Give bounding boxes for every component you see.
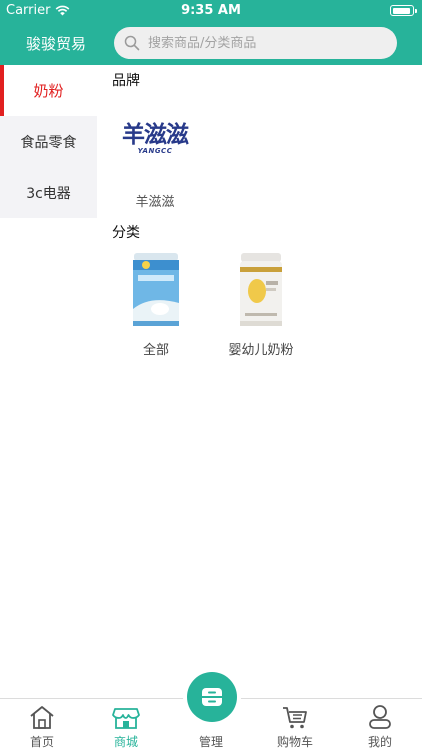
sidebar-item-electronics[interactable]: 3c电器 xyxy=(0,167,97,218)
brand-section-title: 品牌 xyxy=(112,73,140,89)
home-icon xyxy=(30,706,54,729)
sidebar-item-label: 3c电器 xyxy=(26,185,71,202)
status-time: 9:35 AM xyxy=(181,3,241,18)
product-can-image xyxy=(112,251,200,331)
top-header: 骏骏贸易 xyxy=(0,21,422,65)
user-icon xyxy=(369,705,391,729)
tab-cart[interactable]: 购物车 xyxy=(253,699,337,750)
manage-button-circle xyxy=(187,672,237,722)
brand-card[interactable]: 羊滋滋 YANGCC 羊滋滋 xyxy=(111,115,199,211)
manage-icon xyxy=(202,688,222,706)
brand-name: 羊滋滋 xyxy=(135,195,175,210)
search-bar[interactable] xyxy=(114,27,397,59)
tab-mine[interactable]: 我的 xyxy=(338,699,422,750)
sidebar-item-label: 奶粉 xyxy=(33,82,64,100)
tab-label: 管理 xyxy=(198,735,223,749)
tab-shop[interactable]: 商城 xyxy=(84,699,168,750)
sidebar-item-label: 食品零食 xyxy=(20,134,77,151)
category-card-all[interactable]: 全部 xyxy=(112,251,200,358)
brand-logo: 羊滋滋 YANGCC xyxy=(111,115,199,163)
sidebar-item-snacks[interactable]: 食品零食 xyxy=(0,116,97,167)
search-icon xyxy=(124,35,140,51)
battery-icon xyxy=(390,5,417,16)
manage-center-button[interactable] xyxy=(183,668,241,726)
shop-icon xyxy=(112,708,140,729)
category-name: 全部 xyxy=(142,343,169,358)
shop-name: 骏骏贸易 xyxy=(26,35,87,53)
tab-home[interactable]: 首页 xyxy=(0,699,84,750)
product-can-image xyxy=(217,251,305,331)
category-card-infant-formula[interactable]: 婴幼儿奶粉 xyxy=(217,251,305,358)
brand-logo-subtext: YANGCC xyxy=(137,147,173,155)
tab-label: 首页 xyxy=(29,735,54,749)
category-section-title: 分类 xyxy=(112,225,140,241)
tab-label: 我的 xyxy=(367,735,392,749)
brand-logo-text: 羊滋滋 xyxy=(122,121,189,148)
category-name: 婴幼儿奶粉 xyxy=(228,343,294,358)
sidebar-item-milk-powder[interactable]: 奶粉 xyxy=(0,65,97,116)
tab-label: 购物车 xyxy=(276,735,313,749)
status-bar: Carrier 9:35 AM xyxy=(0,0,422,21)
category-sidebar: 奶粉 食品零食 3c电器 xyxy=(0,65,97,218)
cart-icon xyxy=(283,707,307,729)
tab-label: 商城 xyxy=(113,735,138,749)
search-input[interactable] xyxy=(148,27,388,59)
